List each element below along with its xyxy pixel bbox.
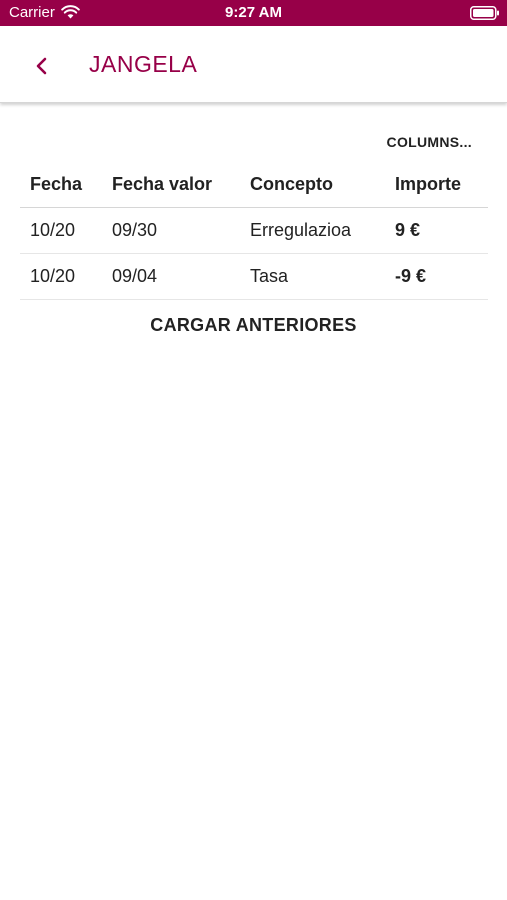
back-button[interactable] — [26, 50, 58, 82]
cell-importe: -9 € — [395, 266, 427, 286]
columns-button[interactable]: COLUMNS... — [387, 133, 472, 151]
header-fecha-valor[interactable]: Fecha valor — [112, 162, 212, 207]
header-importe[interactable]: Importe — [395, 162, 461, 207]
app-header: JANGELA — [0, 26, 507, 103]
load-more-button[interactable]: CARGAR ANTERIORES — [0, 313, 507, 337]
cell-fecha: 10/20 — [30, 266, 76, 286]
cell-concepto: Erregulazioa — [250, 220, 352, 240]
status-bar: Carrier 9:27 AM — [0, 0, 507, 26]
table-row[interactable]: 10/20 09/30 Erregulazioa 9 € — [20, 208, 488, 254]
cell-fecha-valor: 09/04 — [112, 266, 158, 286]
header-fecha[interactable]: Fecha — [30, 162, 82, 207]
table-row[interactable]: 10/20 09/04 Tasa -9 € — [20, 254, 488, 300]
cell-importe: 9 € — [395, 220, 421, 240]
cell-fecha: 10/20 — [30, 220, 76, 240]
status-time: 9:27 AM — [225, 4, 282, 21]
table-header-row: Fecha Fecha valor Concepto Importe — [20, 162, 488, 208]
cell-fecha-valor: 09/30 — [112, 220, 158, 240]
page-title: JANGELA — [89, 51, 198, 77]
battery-icon — [470, 6, 500, 20]
chevron-left-icon — [36, 57, 47, 75]
cell-concepto: Tasa — [250, 266, 289, 286]
transactions-table: Fecha Fecha valor Concepto Importe 10/20… — [20, 162, 488, 300]
header-concepto[interactable]: Concepto — [250, 162, 333, 207]
